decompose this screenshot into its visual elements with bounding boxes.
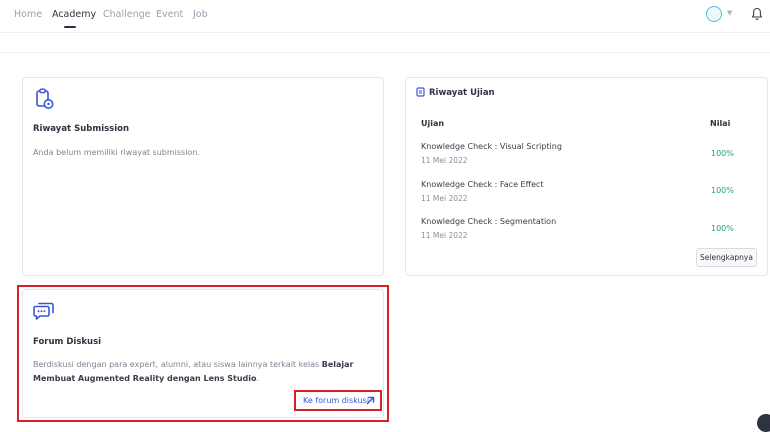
exam-row-score: 100% — [711, 186, 734, 195]
exam-row-name[interactable]: Knowledge Check : Segmentation — [421, 217, 556, 226]
nav-job[interactable]: Job — [193, 9, 208, 20]
top-navbar: Home Academy Challenge Event Job ▼ — [0, 0, 770, 33]
exam-row-score: 100% — [711, 149, 734, 158]
floating-widget[interactable] — [757, 414, 770, 432]
exam-row-date: 11 Mei 2022 — [421, 231, 468, 240]
nav-challenge[interactable]: Challenge — [103, 9, 151, 20]
exam-row-name[interactable]: Knowledge Check : Face Effect — [421, 180, 544, 189]
exam-row-date: 11 Mei 2022 — [421, 156, 468, 165]
nav-academy[interactable]: Academy — [52, 9, 96, 20]
submission-empty-text: Anda belum memiliki riwayat submission. — [33, 148, 200, 157]
forum-title: Forum Diskusi — [33, 337, 102, 347]
bell-icon[interactable] — [751, 7, 763, 21]
nav-event[interactable]: Event — [156, 9, 183, 20]
sub-header-bar — [0, 33, 770, 53]
forum-desc-prefix: Berdiskusi dengan para expert, alumni, a… — [33, 360, 322, 369]
see-more-button[interactable]: Selengkapnya — [696, 248, 757, 267]
active-tab-indicator — [64, 26, 76, 28]
forum-desc-suffix: . — [256, 374, 260, 383]
forum-description: Berdiskusi dengan para expert, alumni, a… — [33, 358, 373, 386]
exam-row-score: 100% — [711, 224, 734, 233]
exam-history-title: Riwayat Ujian — [429, 88, 495, 98]
exam-row-date: 11 Mei 2022 — [421, 194, 468, 203]
column-header-exam: Ujian — [421, 119, 445, 128]
forum-link[interactable]: Ke forum diskusi — [303, 396, 369, 405]
forum-class-name-part2: Augmented Reality dengan Lens Studio — [77, 374, 257, 383]
exam-row-name[interactable]: Knowledge Check : Visual Scripting — [421, 142, 562, 151]
arrow-up-right-icon[interactable] — [366, 396, 375, 405]
submission-title: Riwayat Submission — [33, 124, 130, 134]
document-icon — [416, 87, 425, 97]
chat-icon — [33, 302, 54, 320]
avatar[interactable] — [706, 6, 722, 22]
submission-card — [22, 77, 384, 276]
nav-home[interactable]: Home — [14, 9, 42, 20]
clipboard-icon — [36, 88, 54, 109]
column-header-score: Nilai — [710, 119, 731, 128]
exam-history-card — [405, 77, 768, 276]
chevron-down-icon[interactable]: ▼ — [727, 9, 732, 17]
